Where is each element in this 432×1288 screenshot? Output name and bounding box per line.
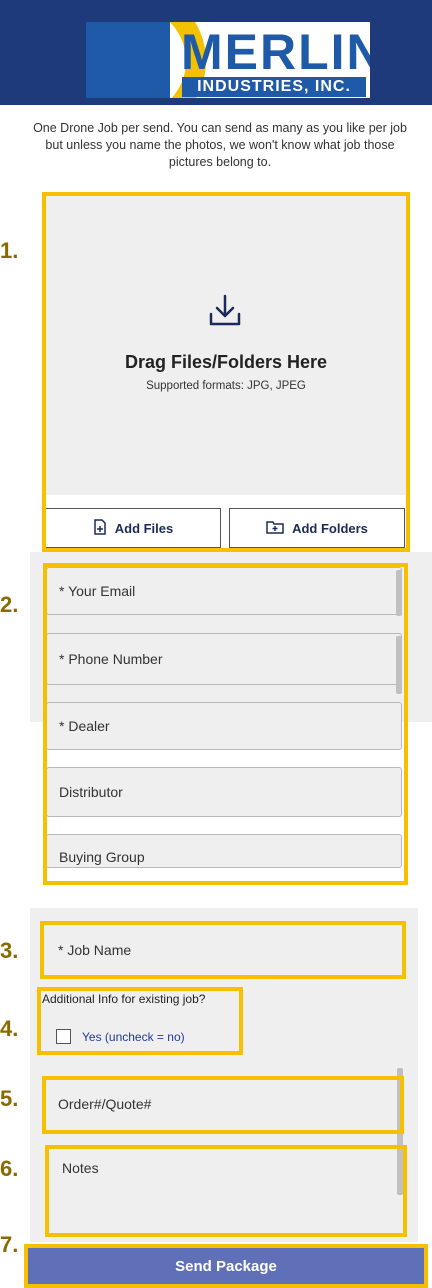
dropzone-formats: Supported formats: JPG, JPEG [146, 380, 306, 392]
download-icon [205, 290, 245, 330]
dealer-placeholder: * Dealer [59, 718, 110, 734]
add-files-label: Add Files [114, 520, 174, 536]
add-folders-label: Add Folders [292, 520, 368, 536]
add-files-button[interactable]: Add Files [45, 508, 221, 548]
existing-job-checkbox-label[interactable]: Yes (uncheck = no) [82, 1030, 185, 1044]
phone-field[interactable]: * Phone Number [46, 633, 402, 685]
add-folders-button[interactable]: Add Folders [229, 508, 405, 548]
email-scrollbar[interactable] [396, 570, 402, 616]
intro-text: One Drone Job per send. You can send as … [33, 121, 407, 169]
annotation-number-2: 2. [0, 592, 19, 617]
phone-scrollbar[interactable] [396, 636, 402, 694]
dropzone-title: Drag Files/Folders Here [124, 352, 328, 372]
job-name-placeholder: * Job Name [58, 942, 132, 958]
distributor-placeholder: Distributor [59, 784, 123, 800]
email-field[interactable]: * Your Email [46, 567, 402, 615]
buying-group-placeholder: Buying Group [59, 849, 145, 865]
email-placeholder: * Your Email [59, 583, 136, 599]
annotation-number-5: 5. [0, 1086, 19, 1111]
buying-group-field[interactable]: Buying Group [46, 834, 402, 868]
send-package-label: Send Package [175, 1257, 277, 1275]
add-file-icon [93, 518, 107, 538]
annotation-number-1: 1. [0, 238, 19, 263]
merlin-logo: MERLIN INDUSTRIES, INC. [86, 22, 370, 98]
annotation-number-4: 4. [0, 1016, 19, 1041]
order-quote-placeholder: Order#/Quote# [58, 1096, 152, 1112]
logo-subtitle: INDUSTRIES, INC. [182, 77, 366, 97]
order-quote-field[interactable]: Order#/Quote# [46, 1078, 396, 1130]
logo-wordmark: MERLIN [181, 24, 370, 80]
file-dropzone[interactable] [45, 195, 407, 495]
existing-job-question: Additional Info for existing job? [42, 992, 206, 1006]
annotation-number-3: 3. [0, 938, 19, 963]
notes-scrollbar[interactable] [397, 1150, 403, 1195]
notes-field[interactable]: Notes [50, 1148, 396, 1232]
annotation-number-7: 7. [0, 1232, 19, 1257]
job-name-field[interactable]: * Job Name [46, 925, 404, 975]
distributor-field[interactable]: Distributor [46, 767, 402, 817]
send-package-button[interactable]: Send Package [28, 1248, 424, 1284]
phone-placeholder: * Phone Number [59, 651, 163, 667]
annotation-number-6: 6. [0, 1156, 19, 1181]
existing-job-checkbox[interactable] [56, 1029, 71, 1044]
add-folder-icon [266, 520, 284, 537]
notes-placeholder: Notes [62, 1160, 99, 1176]
dealer-field[interactable]: * Dealer [46, 702, 402, 750]
